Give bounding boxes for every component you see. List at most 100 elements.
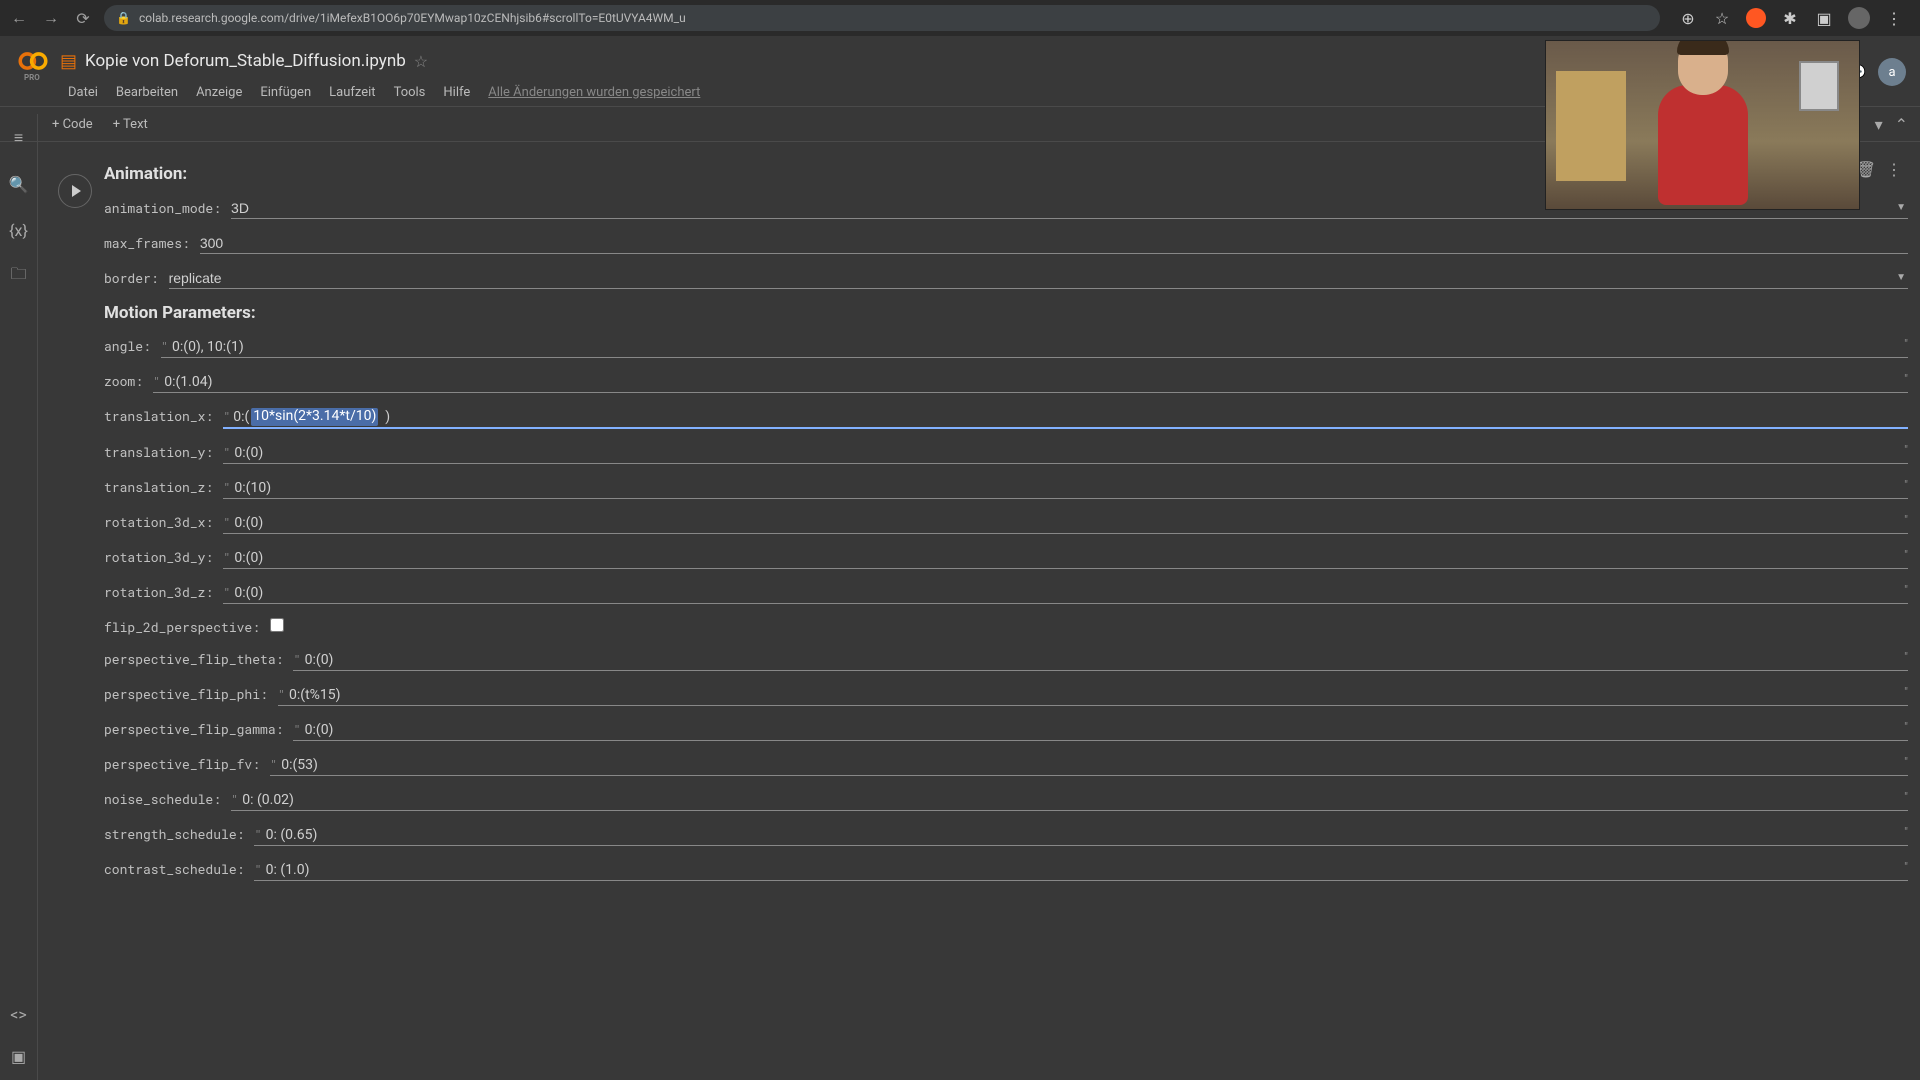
label-perspective-flip-gamma: perspective_flip_gamma: bbox=[104, 720, 293, 738]
variables-icon[interactable]: {x} bbox=[9, 220, 29, 240]
notebook-main: ⇅ 🔗 🗑 ⋮ Animation: animation_mode: ▼ max… bbox=[38, 150, 1920, 1080]
menu-file[interactable]: Datei bbox=[68, 85, 98, 100]
colab-logo[interactable]: PRO bbox=[16, 44, 50, 78]
install-icon[interactable]: ⊕ bbox=[1678, 8, 1698, 28]
input-rotation-3d-z[interactable] bbox=[234, 583, 1908, 603]
extensions-puzzle-icon[interactable]: ✱ bbox=[1780, 8, 1800, 28]
webcam-person bbox=[1658, 85, 1748, 205]
input-rotation-3d-x[interactable] bbox=[234, 513, 1908, 533]
save-status: Alle Änderungen wurden gespeichert bbox=[488, 85, 700, 100]
label-noise-schedule: noise_schedule: bbox=[104, 790, 231, 808]
input-max-frames[interactable] bbox=[200, 233, 1908, 254]
kebab-menu-icon[interactable]: ⋮ bbox=[1884, 8, 1904, 28]
section-motion-title: Motion Parameters: bbox=[104, 303, 1908, 323]
field-rotation-3d-x: rotation_3d_x: "" bbox=[104, 513, 1908, 534]
url-bar[interactable]: 🔒 colab.research.google.com/drive/1iMefe… bbox=[104, 5, 1660, 31]
cell-more-icon[interactable]: ⋮ bbox=[1886, 160, 1902, 179]
menu-tools[interactable]: Tools bbox=[394, 85, 426, 100]
input-translation-y[interactable] bbox=[234, 443, 1908, 463]
menu-edit[interactable]: Bearbeiten bbox=[116, 85, 178, 100]
input-perspective-flip-fv[interactable] bbox=[281, 755, 1908, 775]
side-panel-icon[interactable]: ▣ bbox=[1814, 8, 1834, 28]
field-perspective-flip-fv: perspective_flip_fv: "" bbox=[104, 755, 1908, 776]
menu-help[interactable]: Hilfe bbox=[443, 85, 470, 100]
pro-badge: PRO bbox=[24, 73, 40, 82]
back-button[interactable]: ← bbox=[8, 7, 30, 29]
field-rotation-3d-y: rotation_3d_y: "" bbox=[104, 548, 1908, 569]
star-button[interactable]: ☆ bbox=[414, 52, 428, 71]
input-perspective-flip-theta[interactable] bbox=[305, 650, 1908, 670]
input-perspective-flip-gamma[interactable] bbox=[305, 720, 1908, 740]
notebook-title[interactable]: Kopie von Deforum_Stable_Diffusion.ipynb bbox=[85, 51, 406, 71]
input-border[interactable] bbox=[169, 268, 1908, 289]
field-zoom: zoom: "" bbox=[104, 372, 1908, 393]
field-angle: angle: "" bbox=[104, 337, 1908, 358]
bookmark-star-icon[interactable]: ☆ bbox=[1712, 8, 1732, 28]
field-border: border: ▼ bbox=[104, 268, 1908, 289]
run-cell-button[interactable] bbox=[58, 174, 92, 208]
label-animation-mode: animation_mode: bbox=[104, 199, 231, 217]
extension-icon[interactable] bbox=[1746, 8, 1766, 28]
label-translation-z: translation_z: bbox=[104, 478, 223, 496]
browser-chrome: ← → ⟳ 🔒 colab.research.google.com/drive/… bbox=[0, 0, 1920, 36]
label-rotation-3d-x: rotation_3d_x: bbox=[104, 513, 223, 531]
menu-runtime[interactable]: Laufzeit bbox=[329, 85, 375, 100]
input-translation-z[interactable] bbox=[234, 478, 1908, 498]
input-zoom[interactable] bbox=[164, 372, 1908, 392]
label-angle: angle: bbox=[104, 337, 161, 355]
chevron-down-icon[interactable]: ▾ bbox=[1875, 115, 1883, 134]
files-icon[interactable]: 🗀 bbox=[9, 266, 29, 286]
field-contrast-schedule: contrast_schedule: "" bbox=[104, 860, 1908, 881]
input-angle[interactable] bbox=[172, 337, 1908, 357]
label-perspective-flip-theta: perspective_flip_theta: bbox=[104, 650, 293, 668]
toc-icon[interactable]: ≡ bbox=[9, 128, 29, 148]
field-perspective-flip-theta: perspective_flip_theta: "" bbox=[104, 650, 1908, 671]
field-rotation-3d-z: rotation_3d_z: "" bbox=[104, 583, 1908, 604]
field-max-frames: max_frames: bbox=[104, 233, 1908, 254]
label-max-frames: max_frames: bbox=[104, 234, 200, 252]
label-perspective-flip-fv: perspective_flip_fv: bbox=[104, 755, 270, 773]
selection-highlight: 10*sin(2*3.14*t/10) bbox=[251, 408, 378, 426]
menu-view[interactable]: Anzeige bbox=[196, 85, 242, 100]
label-translation-x: translation_x: bbox=[104, 407, 223, 425]
chevron-up-icon[interactable]: ⌃ bbox=[1895, 115, 1908, 134]
field-strength-schedule: strength_schedule: "" bbox=[104, 825, 1908, 846]
search-icon[interactable]: 🔍 bbox=[9, 174, 29, 194]
field-noise-schedule: noise_schedule: "" bbox=[104, 790, 1908, 811]
dropdown-arrow-icon[interactable]: ▼ bbox=[1896, 202, 1906, 213]
dropdown-arrow-icon[interactable]: ▼ bbox=[1896, 272, 1906, 283]
terminal-icon[interactable]: ▣ bbox=[9, 1046, 29, 1066]
field-translation-z: translation_z: "" bbox=[104, 478, 1908, 499]
input-perspective-flip-phi[interactable] bbox=[289, 685, 1908, 705]
label-contrast-schedule: contrast_schedule: bbox=[104, 860, 254, 878]
input-contrast-schedule[interactable] bbox=[266, 860, 1908, 880]
label-perspective-flip-phi: perspective_flip_phi: bbox=[104, 685, 278, 703]
label-flip-2d-perspective: flip_2d_perspective: bbox=[104, 618, 270, 636]
profile-avatar-icon[interactable] bbox=[1848, 7, 1870, 29]
input-strength-schedule[interactable] bbox=[266, 825, 1908, 845]
lock-icon: 🔒 bbox=[116, 11, 131, 25]
input-noise-schedule[interactable] bbox=[242, 790, 1908, 810]
code-snippets-icon[interactable]: <> bbox=[9, 1004, 29, 1024]
add-code-button[interactable]: + Code bbox=[44, 113, 101, 136]
url-text: colab.research.google.com/drive/1iMefexB… bbox=[139, 11, 686, 25]
user-avatar[interactable]: a bbox=[1878, 58, 1906, 86]
menu-insert[interactable]: Einfügen bbox=[260, 85, 311, 100]
field-perspective-flip-gamma: perspective_flip_gamma: "" bbox=[104, 720, 1908, 741]
webcam-overlay: 📌 ⋮ bbox=[1545, 40, 1860, 210]
field-perspective-flip-phi: perspective_flip_phi: "" bbox=[104, 685, 1908, 706]
label-zoom: zoom: bbox=[104, 372, 153, 390]
label-translation-y: translation_y: bbox=[104, 443, 223, 461]
label-rotation-3d-y: rotation_3d_y: bbox=[104, 548, 223, 566]
field-translation-y: translation_y: "" bbox=[104, 443, 1908, 464]
label-strength-schedule: strength_schedule: bbox=[104, 825, 254, 843]
label-rotation-3d-z: rotation_3d_z: bbox=[104, 583, 223, 601]
input-rotation-3d-y[interactable] bbox=[234, 548, 1908, 568]
forward-button[interactable]: → bbox=[40, 7, 62, 29]
left-sidebar: ≡ 🔍 {x} 🗀 <> ▣ bbox=[0, 114, 38, 1080]
input-translation-x[interactable] bbox=[234, 407, 1908, 427]
checkbox-flip-2d-perspective[interactable] bbox=[270, 618, 284, 632]
add-text-button[interactable]: + Text bbox=[105, 113, 156, 136]
reload-button[interactable]: ⟳ bbox=[72, 7, 94, 29]
form-cell: ⇅ 🔗 🗑 ⋮ Animation: animation_mode: ▼ max… bbox=[54, 164, 1908, 881]
